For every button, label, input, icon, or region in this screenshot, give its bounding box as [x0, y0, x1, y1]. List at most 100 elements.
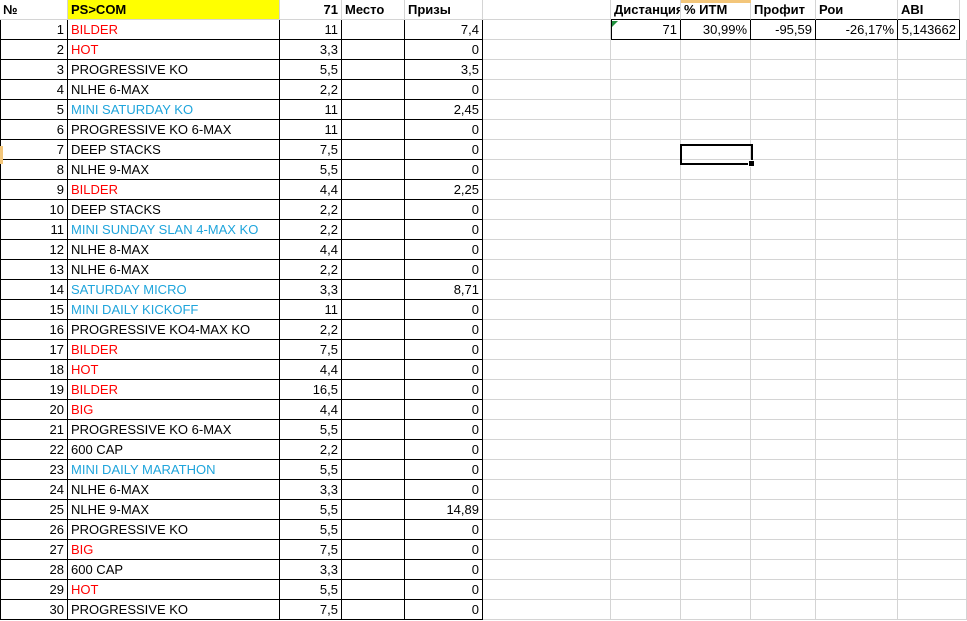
- buyin-cell[interactable]: 7,5: [280, 540, 342, 560]
- row-number-cell[interactable]: 3: [0, 60, 68, 80]
- empty-cell[interactable]: [483, 520, 611, 540]
- empty-cell[interactable]: [483, 460, 611, 480]
- row-number-cell[interactable]: 28: [0, 560, 68, 580]
- empty-cell[interactable]: [681, 500, 751, 520]
- empty-cell[interactable]: [898, 380, 967, 400]
- tournament-name-cell[interactable]: BIG: [68, 400, 280, 420]
- row-number-cell[interactable]: 20: [0, 400, 68, 420]
- empty-cell[interactable]: [816, 160, 898, 180]
- empty-cell[interactable]: [681, 320, 751, 340]
- prize-cell[interactable]: 0: [405, 540, 483, 560]
- empty-cell[interactable]: [611, 220, 681, 240]
- prize-cell[interactable]: 0: [405, 560, 483, 580]
- empty-cell[interactable]: [751, 460, 816, 480]
- empty-cell[interactable]: [483, 600, 611, 620]
- empty-cell[interactable]: [611, 340, 681, 360]
- empty-cell[interactable]: [751, 40, 816, 60]
- tournament-name-cell[interactable]: 600 CAP: [68, 560, 280, 580]
- empty-cell[interactable]: [898, 560, 967, 580]
- buyin-cell[interactable]: 11: [280, 120, 342, 140]
- buyin-cell[interactable]: 7,5: [280, 340, 342, 360]
- empty-cell[interactable]: [611, 100, 681, 120]
- prize-cell[interactable]: 0: [405, 40, 483, 60]
- empty-cell[interactable]: [681, 340, 751, 360]
- empty-cell[interactable]: [816, 260, 898, 280]
- empty-cell[interactable]: [611, 540, 681, 560]
- empty-cell[interactable]: [681, 60, 751, 80]
- tournament-name-cell[interactable]: MINI DAILY MARATHON: [68, 460, 280, 480]
- empty-cell[interactable]: [898, 260, 967, 280]
- place-cell[interactable]: [342, 180, 405, 200]
- profit-header[interactable]: Профит: [751, 0, 816, 20]
- empty-cell[interactable]: [898, 580, 967, 600]
- prize-cell[interactable]: 0: [405, 200, 483, 220]
- profit-value[interactable]: -95,59: [751, 20, 816, 40]
- empty-cell[interactable]: [681, 580, 751, 600]
- empty-cell[interactable]: [611, 240, 681, 260]
- buyin-cell[interactable]: 5,5: [280, 580, 342, 600]
- empty-cell[interactable]: [898, 80, 967, 100]
- empty-cell[interactable]: [898, 220, 967, 240]
- row-number-cell[interactable]: 1: [0, 20, 68, 40]
- place-cell[interactable]: [342, 360, 405, 380]
- tournament-name-cell[interactable]: NLHE 9-MAX: [68, 160, 280, 180]
- row-number-cell[interactable]: 18: [0, 360, 68, 380]
- row-number-cell[interactable]: 27: [0, 540, 68, 560]
- empty-cell[interactable]: [816, 180, 898, 200]
- empty-cell[interactable]: [681, 120, 751, 140]
- empty-cell[interactable]: [681, 540, 751, 560]
- place-cell[interactable]: [342, 260, 405, 280]
- place-cell[interactable]: [342, 200, 405, 220]
- empty-cell[interactable]: [611, 160, 681, 180]
- prize-cell[interactable]: 0: [405, 320, 483, 340]
- empty-cell[interactable]: [816, 500, 898, 520]
- buyin-cell[interactable]: 5,5: [280, 60, 342, 80]
- tournament-name-cell[interactable]: HOT: [68, 40, 280, 60]
- empty-cell[interactable]: [816, 440, 898, 460]
- empty-cell[interactable]: [898, 540, 967, 560]
- row-number-cell[interactable]: 4: [0, 80, 68, 100]
- empty-cell[interactable]: [681, 220, 751, 240]
- buyin-cell[interactable]: 2,2: [280, 320, 342, 340]
- empty-cell[interactable]: [751, 240, 816, 260]
- prize-header[interactable]: Призы: [405, 0, 483, 20]
- empty-cell[interactable]: [483, 0, 611, 20]
- row-number-cell[interactable]: 24: [0, 480, 68, 500]
- buyin-cell[interactable]: 5,5: [280, 420, 342, 440]
- empty-cell[interactable]: [816, 540, 898, 560]
- empty-cell[interactable]: [611, 420, 681, 440]
- empty-cell[interactable]: [681, 100, 751, 120]
- empty-cell[interactable]: [751, 400, 816, 420]
- empty-cell[interactable]: [898, 480, 967, 500]
- empty-cell[interactable]: [681, 440, 751, 460]
- empty-cell[interactable]: [816, 280, 898, 300]
- empty-cell[interactable]: [483, 280, 611, 300]
- number-header[interactable]: №: [0, 0, 68, 20]
- place-cell[interactable]: [342, 340, 405, 360]
- empty-cell[interactable]: [816, 560, 898, 580]
- empty-cell[interactable]: [898, 40, 967, 60]
- empty-cell[interactable]: [751, 260, 816, 280]
- empty-cell[interactable]: [611, 260, 681, 280]
- place-header[interactable]: Место: [342, 0, 405, 20]
- place-cell[interactable]: [342, 460, 405, 480]
- row-number-cell[interactable]: 9: [0, 180, 68, 200]
- empty-cell[interactable]: [681, 40, 751, 60]
- roi-value[interactable]: -26,17%: [816, 20, 898, 40]
- tournament-name-cell[interactable]: BILDER: [68, 380, 280, 400]
- empty-cell[interactable]: [483, 200, 611, 220]
- itm-percent-header[interactable]: % ИТМ: [681, 0, 751, 20]
- prize-cell[interactable]: 0: [405, 120, 483, 140]
- tournament-name-cell[interactable]: PROGRESSIVE KO: [68, 520, 280, 540]
- empty-cell[interactable]: [751, 380, 816, 400]
- tournament-name-cell[interactable]: DEEP STACKS: [68, 200, 280, 220]
- empty-cell[interactable]: [816, 580, 898, 600]
- empty-cell[interactable]: [816, 240, 898, 260]
- empty-cell[interactable]: [483, 440, 611, 460]
- tournament-name-cell[interactable]: 600 CAP: [68, 440, 280, 460]
- empty-cell[interactable]: [751, 520, 816, 540]
- place-cell[interactable]: [342, 20, 405, 40]
- prize-cell[interactable]: 0: [405, 460, 483, 480]
- empty-cell[interactable]: [751, 180, 816, 200]
- empty-cell[interactable]: [898, 360, 967, 380]
